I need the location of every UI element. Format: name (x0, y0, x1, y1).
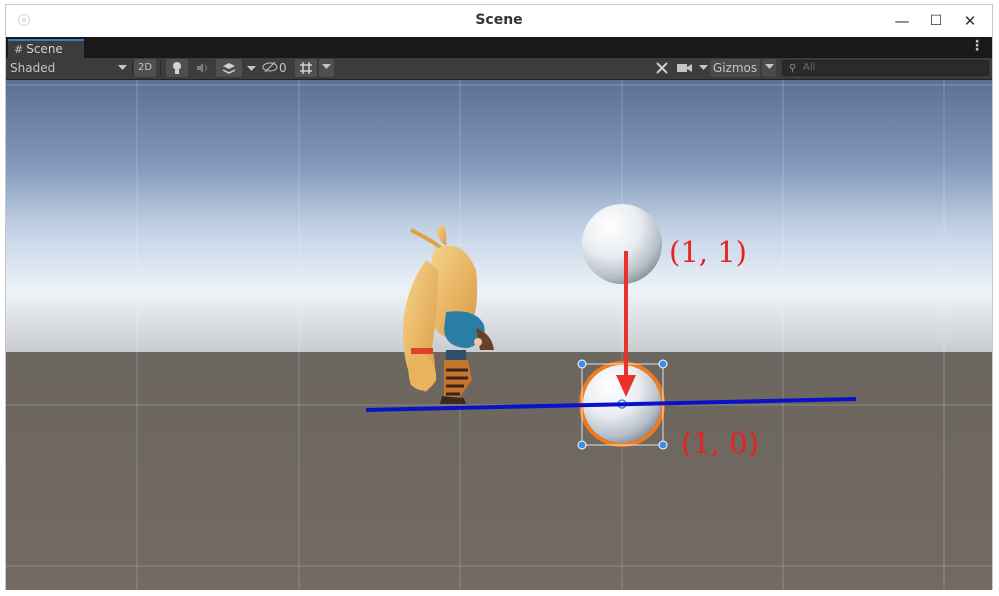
chevron-down-icon (698, 65, 708, 70)
minimize-button[interactable]: — (886, 9, 918, 33)
tools-icon (656, 62, 668, 74)
grid-icon (300, 62, 312, 74)
search-icon: ⚲ (789, 63, 797, 74)
eye-hidden-icon (262, 61, 278, 73)
close-button[interactable]: ✕ (954, 9, 986, 33)
gizmos-button[interactable]: Gizmos (710, 59, 760, 77)
light-bulb-icon (173, 62, 181, 74)
tab-scene-label: Scene (26, 42, 63, 56)
search-placeholder: All (803, 62, 816, 73)
effects-toggle[interactable] (216, 59, 242, 77)
mode-2d-button[interactable]: 2D (134, 59, 156, 77)
hierarchy-search-input[interactable]: ⚲ All (782, 60, 989, 76)
title-bar: Scene — ☐ ✕ (6, 5, 992, 37)
scene-window: Scene — ☐ ✕ # Scene ⋮ Shaded 2D 0 Gizmos… (5, 4, 993, 590)
lighting-toggle[interactable] (166, 59, 188, 77)
camera-icon (677, 64, 692, 72)
chevron-down-icon (247, 66, 256, 71)
scene-toolbar: Shaded 2D 0 Gizmos ⚲ All (6, 58, 992, 80)
maximize-button[interactable]: ☐ (920, 9, 952, 33)
chevron-down-icon (764, 64, 774, 69)
sphere-top[interactable] (582, 204, 662, 284)
audio-toggle[interactable] (193, 59, 213, 77)
chevron-down-icon (118, 65, 127, 70)
tab-scene[interactable]: # Scene (8, 39, 84, 58)
coordinate-label-bottom: (1, 0) (681, 426, 759, 460)
draw-mode-label: Shaded (10, 61, 56, 75)
sky-background (6, 80, 992, 352)
ground-plane (6, 352, 992, 590)
chevron-down-icon (322, 64, 331, 69)
grid-dropdown[interactable] (319, 59, 334, 77)
grid-icon: # (14, 43, 24, 56)
window-title: Scene (475, 12, 523, 28)
coordinate-label-top: (1, 1) (669, 235, 747, 269)
effects-dropdown[interactable] (245, 59, 257, 77)
grid-toggle[interactable] (295, 59, 317, 77)
draw-mode-dropdown[interactable]: Shaded (10, 59, 128, 77)
toolbar-divider (132, 61, 133, 76)
gizmos-dropdown[interactable] (762, 59, 776, 77)
effects-icon (222, 63, 236, 74)
tools-toggle[interactable] (651, 59, 673, 77)
camera-settings-dropdown[interactable] (677, 59, 709, 77)
hidden-objects-toggle[interactable]: 0 (262, 59, 292, 77)
more-options-icon[interactable]: ⋮ (970, 38, 984, 54)
scene-viewport[interactable]: (1, 1) (1, 0) (6, 80, 992, 590)
scene-canvas (6, 80, 992, 590)
speaker-icon (197, 63, 207, 73)
tab-bar: # Scene ⋮ (6, 37, 992, 58)
hidden-objects-count: 0 (279, 61, 287, 75)
toolbar-divider (160, 61, 161, 76)
